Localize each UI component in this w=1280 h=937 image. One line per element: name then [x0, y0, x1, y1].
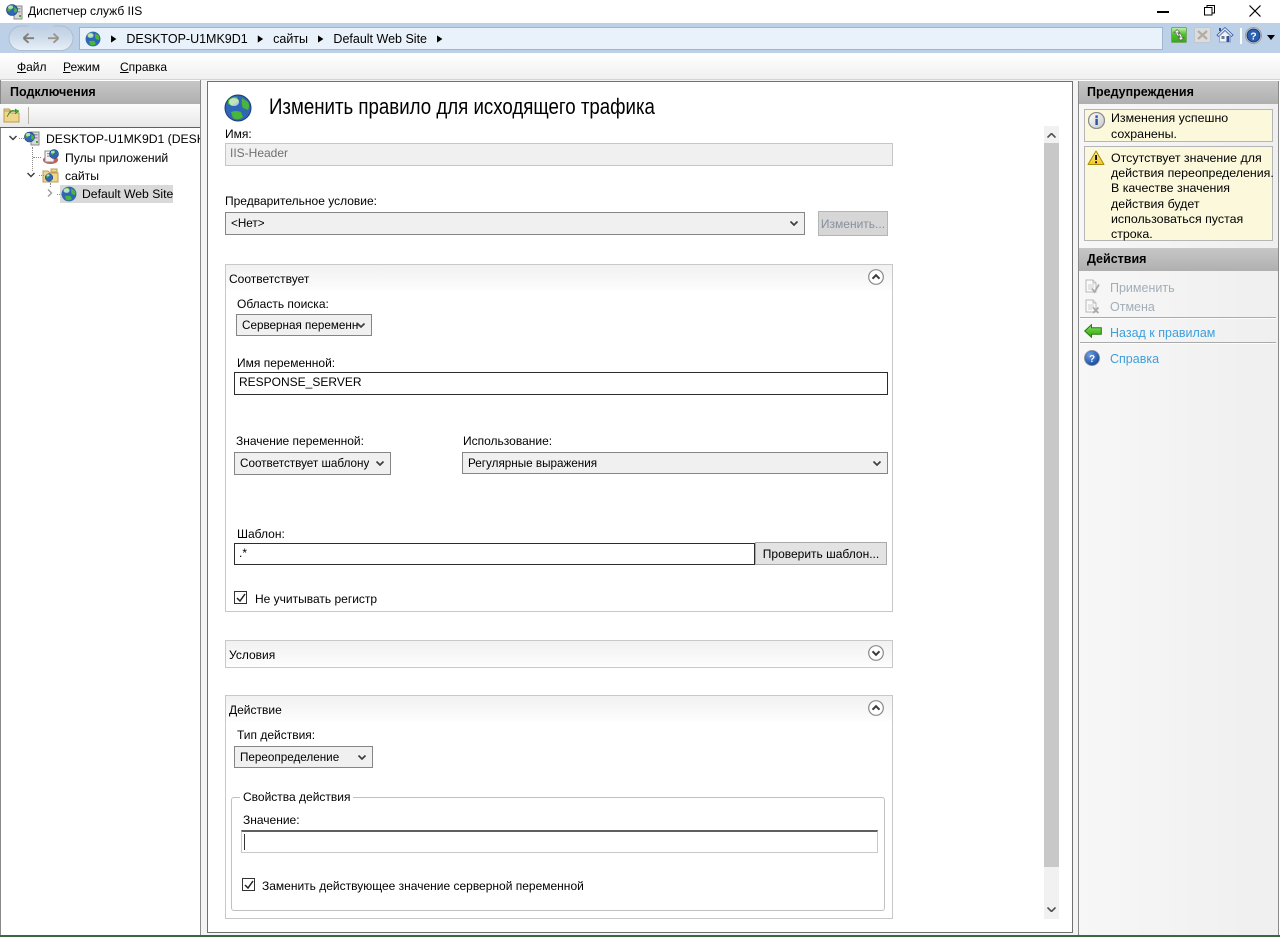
svg-text:?: ? — [1250, 31, 1256, 43]
svg-text:?: ? — [1089, 354, 1095, 365]
